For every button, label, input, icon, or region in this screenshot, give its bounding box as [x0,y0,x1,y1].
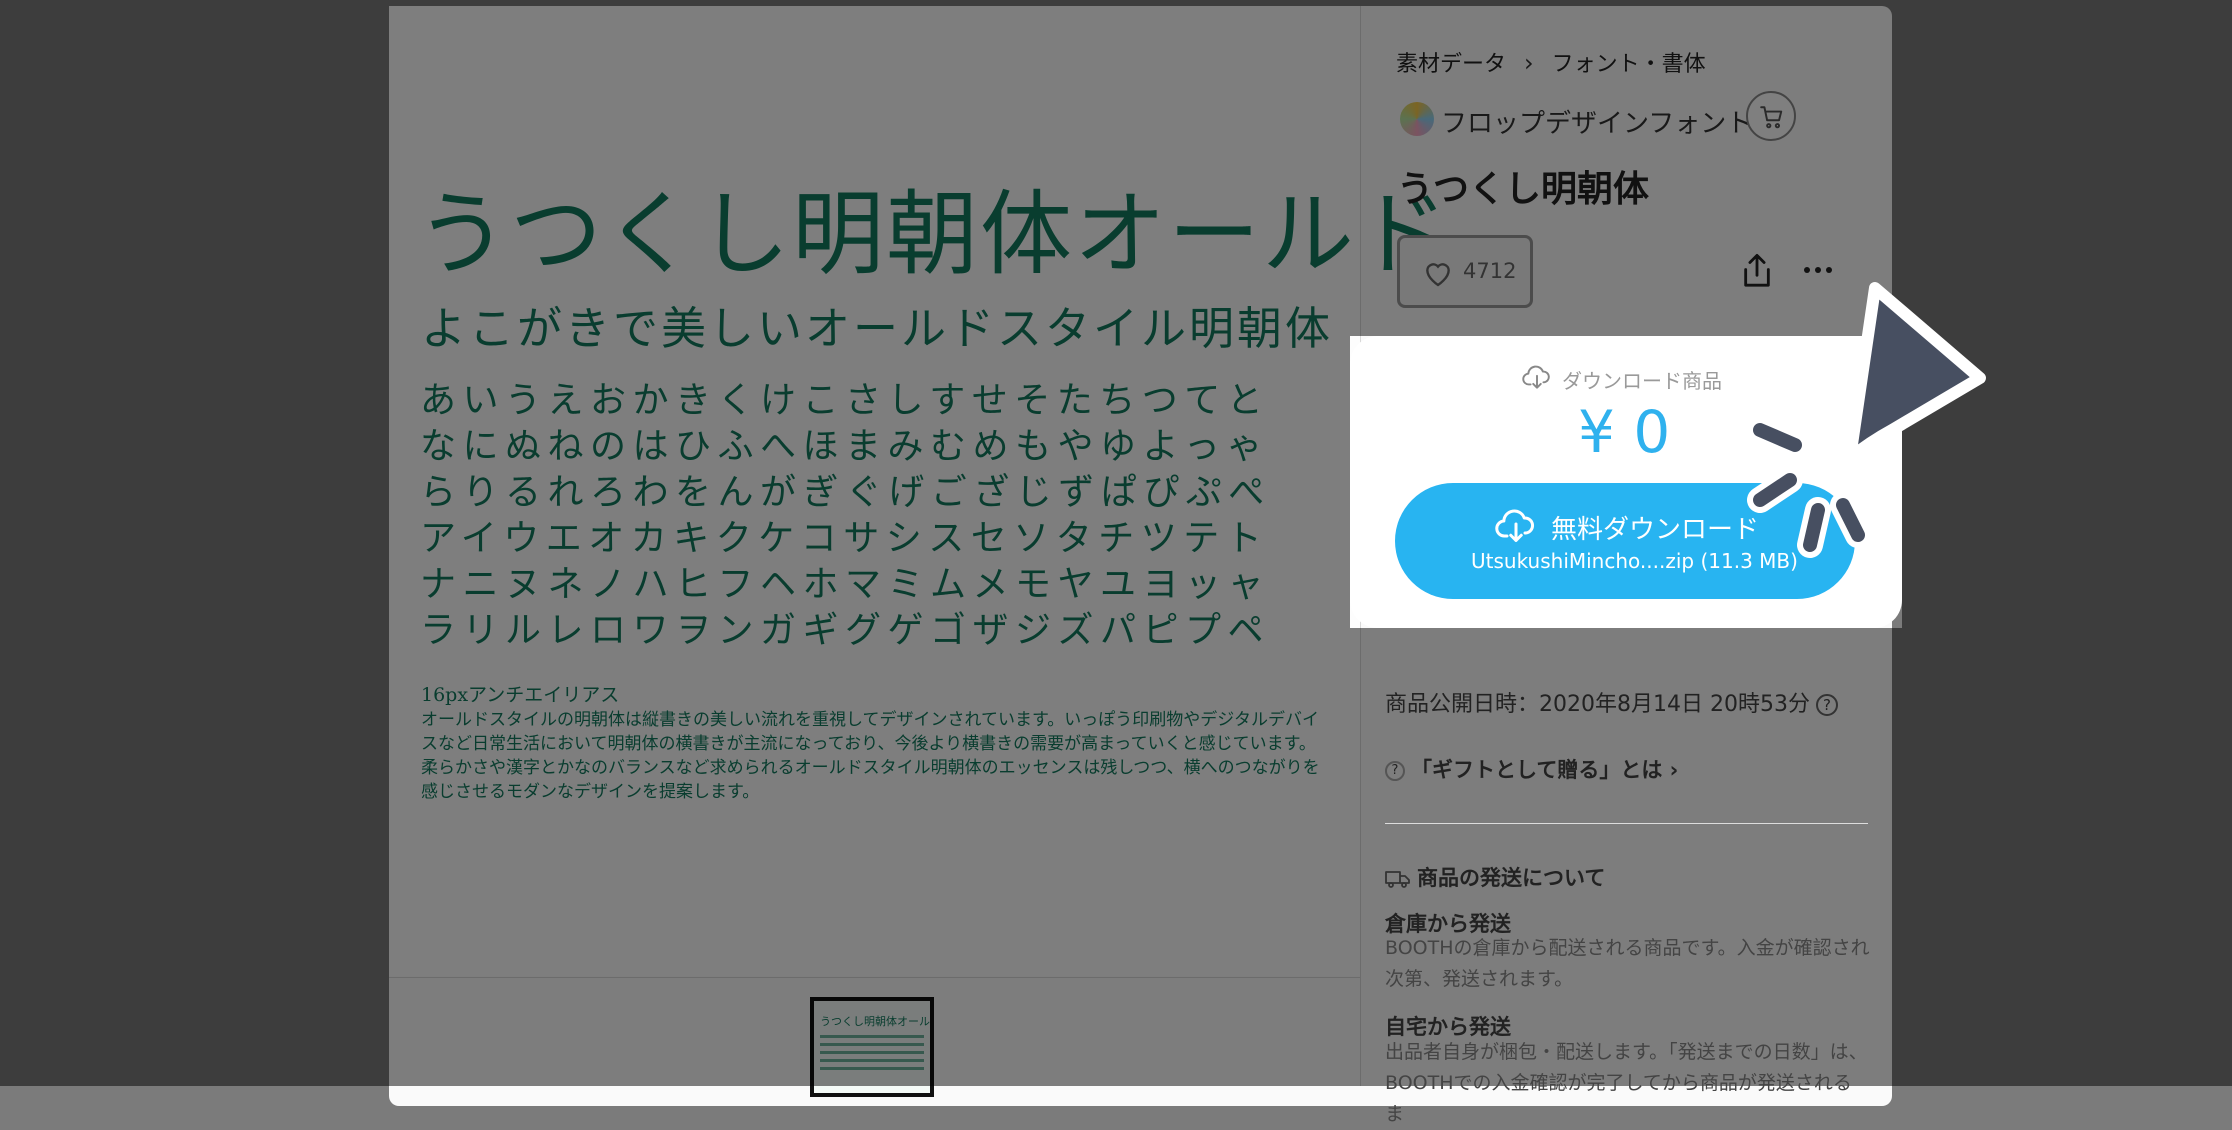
price: ¥ 0 [1578,398,1671,466]
help-icon: ? [1385,761,1405,781]
shipping-section-title: 商品の発送について [1385,862,1605,892]
shipping-title-text: 商品の発送について [1417,866,1606,890]
pointer-cursor-icon [1747,282,1986,558]
help-icon[interactable]: ? [1815,694,1838,716]
truck-icon [1385,871,1410,888]
section-divider [1385,823,1868,824]
dim-overlay [0,336,1350,628]
publish-date: 商品公開日時：2020年8月14日 20時53分? [1385,686,1838,718]
dim-overlay [0,628,2232,1086]
download-type-label: ダウンロード商品 [1562,369,1722,393]
download-button-label: 無料ダウンロード [1551,515,1760,545]
gift-info-link[interactable]: ? 「ギフトとして贈る」とは › [1385,754,1678,784]
warehouse-shipping-text: BOOTHの倉庫から配送される商品です。入金が確認され次第、発送されます。 [1385,937,1870,990]
home-shipping-text: 出品者自身が梱包・配送します。「発送までの日数」は、BOOTHでの入金確認が完了… [1385,1041,1868,1125]
cloud-download-icon [1495,509,1535,542]
cloud-download-icon [1522,365,1550,389]
publish-date-text: 商品公開日時：2020年8月14日 20時53分 [1385,692,1810,717]
gift-link-text: 「ギフトとして贈る」とは › [1411,758,1679,782]
